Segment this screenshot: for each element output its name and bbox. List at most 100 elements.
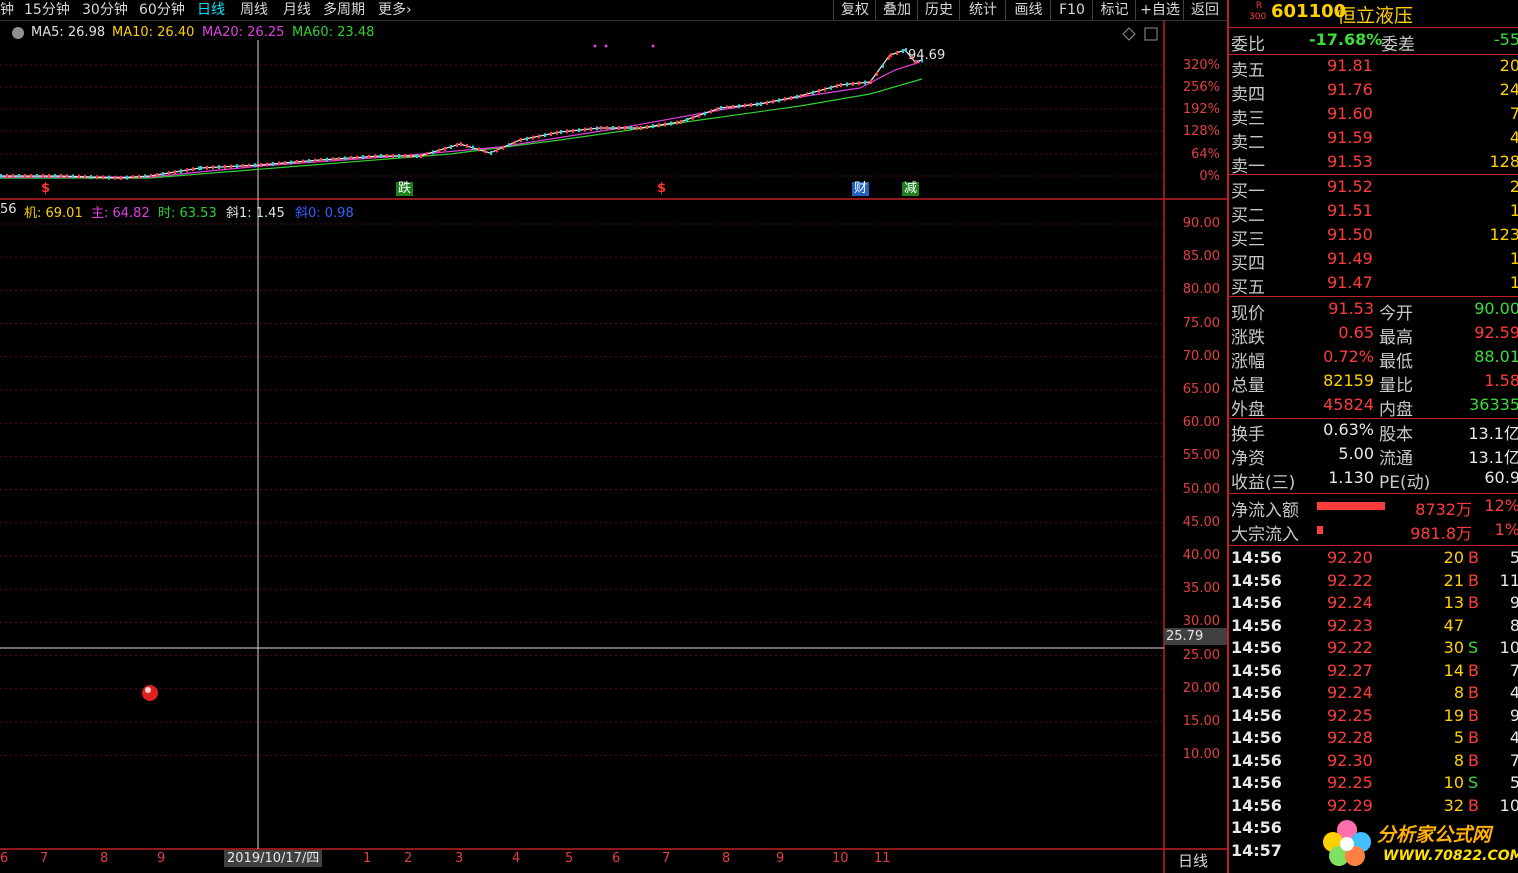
indicator-y-tick: 50.00 [1182,481,1220,497]
buy-level-row[interactable]: 买二 91.51 1 [1231,201,1518,226]
fundamental-row: 净资 5.00 流通 13.1亿 [1231,444,1518,469]
event-marker-drop[interactable]: 跌 [396,182,414,196]
candle [186,168,188,173]
price-trend-line [0,78,923,179]
fund-flow-row: 大宗流入 981.8万 1% [1231,520,1518,545]
event-marker-finance[interactable]: 财 [852,182,870,196]
diamond-icon [1122,27,1136,41]
buy-level-row[interactable]: 买四 91.49 1 [1231,249,1518,274]
flow-bar [1317,502,1385,510]
fundamental-row: 收益(三) 1.130 PE(动) 60.9 [1231,468,1518,493]
sell-level-row[interactable]: 卖四 91.76 24 [1231,80,1518,105]
candle [840,83,842,87]
event-marker-dividend[interactable]: $ [39,182,52,196]
candle [888,55,890,60]
sell-level-row[interactable]: 卖五 91.81 20 [1231,56,1518,81]
trade-tick-row: 14:56 92.25 19 B 9 [1231,705,1518,725]
candle [404,154,406,158]
candle [48,174,50,178]
x-tick: 9 [776,851,785,866]
trade-tick-row: 14:56 92.23 47 8 [1231,615,1518,635]
event-marker-reduce[interactable]: 减 [902,182,920,196]
candle [362,155,364,160]
event-marker-dividend[interactable]: $ [655,182,668,196]
buy-level-row[interactable]: 买五 91.47 1 [1231,273,1518,298]
candle [168,171,170,176]
candle [24,174,26,178]
indicator-ji-label: 机: 69.01 [24,206,83,221]
candle [896,51,898,55]
ma60-label: MA60: 23.48 [292,25,375,40]
trade-tick-row: 14:56 92.22 21 B 11 [1231,570,1518,590]
candle [484,149,486,154]
candle [386,154,388,158]
buy-level-row[interactable]: 买一 91.52 2 [1231,177,1518,202]
candle [670,121,672,126]
candle [606,126,608,130]
kline-chart-canvas[interactable] [0,0,1227,873]
candle [254,163,256,168]
candle [278,161,280,166]
x-tick: 2 [404,851,413,866]
flow-bar [1317,526,1323,534]
candle [550,132,552,136]
candle [636,126,638,130]
indicator-shi-label: 时: 63.53 [158,206,217,221]
buy-level-row[interactable]: 买三 91.50 123 [1231,225,1518,250]
candle [790,96,792,100]
indicator-y-tick: 75.00 [1182,315,1220,331]
candle [624,126,626,130]
candle [0,174,2,178]
candle [114,175,116,180]
candle [12,174,14,178]
candle [646,125,648,130]
sell-level-row[interactable]: 卖三 91.60 7 [1231,104,1518,129]
candle [578,128,580,133]
sell-level-row[interactable]: 卖一 91.53 128 [1231,152,1518,177]
candle [772,99,774,104]
candle [830,85,832,90]
candle [750,103,752,107]
candle [392,154,394,158]
candle [302,159,304,164]
candle [692,115,694,120]
candle [350,156,352,160]
x-tick: 7 [40,851,49,866]
quote-stat-row: 外盘 45824 内盘 36335 [1231,395,1518,420]
ma20-label: MA20: 26.25 [202,25,285,40]
candle [438,148,440,153]
candle [108,175,110,180]
candle [284,161,286,165]
indicator-y-tick: 20.00 [1182,680,1220,696]
indicator-y-tick: 85.00 [1182,249,1220,265]
candle [630,126,632,130]
candle [66,174,68,179]
candle [230,164,232,169]
indicator-value: 56 [0,202,17,217]
y-tick: 192% [1182,102,1220,117]
candle [566,129,568,134]
candle [876,71,878,76]
candle [272,162,274,166]
y-tick: 256% [1182,80,1220,95]
candle [54,174,56,178]
candle [218,165,220,170]
candle [784,97,786,102]
candle [664,122,666,127]
trade-tick-row: 14:56 92.24 13 B 9 [1231,593,1518,612]
y-tick: 64% [1191,147,1220,162]
indicator-y-tick: 45.00 [1182,514,1220,530]
candle [308,159,310,163]
candle [584,127,586,132]
rating-badge: R 300 [1249,1,1267,22]
candle [472,145,474,150]
candle [556,130,558,135]
x-tick: 5 [565,851,574,866]
candle [686,117,688,122]
collapse-icon [12,27,24,39]
quote-stat-row: 现价 91.53 今开 90.00 [1231,299,1518,324]
candle [508,143,510,148]
candle [326,157,328,162]
sell-level-row[interactable]: 卖二 91.59 4 [1231,128,1518,153]
x-tick: 11 [874,851,891,866]
